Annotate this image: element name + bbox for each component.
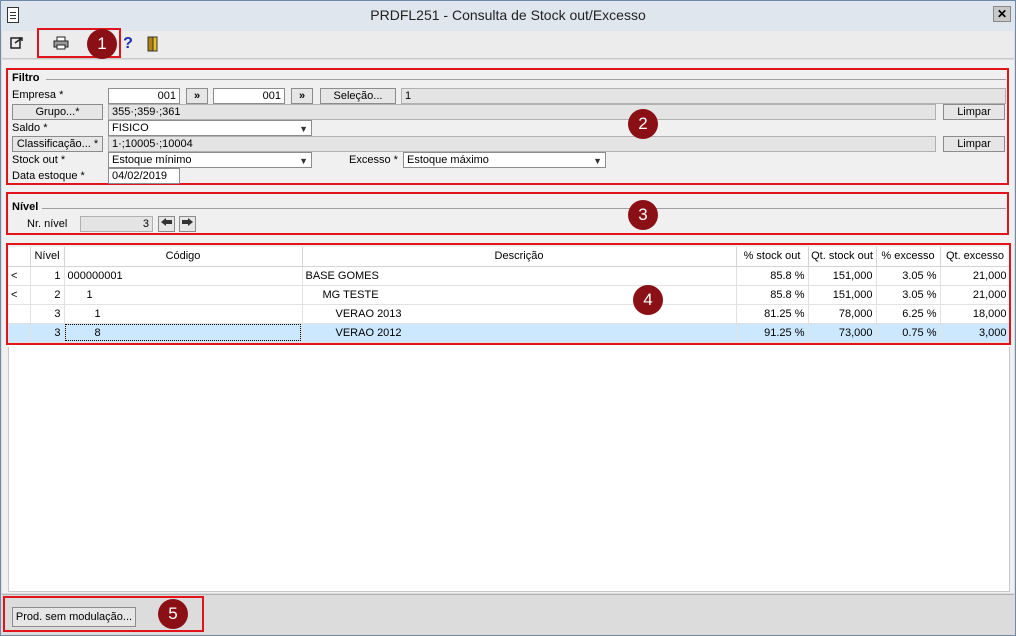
empresa-from-field[interactable]: 001 (108, 88, 180, 104)
data-estoque-field[interactable]: 04/02/2019 (108, 168, 180, 184)
empresa-to-field[interactable]: 001 (213, 88, 285, 104)
annotation-badge-1: 1 (87, 29, 117, 59)
empresa-label: Empresa * (12, 89, 64, 101)
stockout-select[interactable]: Estoque mínimo ▼ (108, 152, 312, 168)
title-bar: PRDFL251 - Consulta de Stock out/Excesso… (1, 1, 1015, 31)
close-button[interactable]: ✕ (993, 6, 1011, 22)
annotation-box-3 (6, 192, 1009, 235)
stockout-label: Stock out * (12, 154, 66, 166)
stockout-value: Estoque mínimo (112, 154, 192, 166)
nivel-title: Nível (12, 201, 39, 213)
limpar-classificacao-button[interactable]: Limpar (943, 136, 1005, 152)
annotation-badge-5: 5 (158, 599, 188, 629)
saldo-select[interactable]: FISICO ▼ (108, 120, 312, 136)
classificacao-button[interactable]: Classificação... * (12, 136, 103, 152)
toolbar: ? 1 (2, 28, 1014, 59)
selecao-button[interactable]: Seleção... (320, 88, 396, 104)
arrow-right-icon (182, 218, 193, 226)
chevron-down-icon: ▼ (299, 124, 308, 134)
excesso-label: Excesso * (349, 154, 398, 166)
grupo-button[interactable]: Grupo...* (12, 104, 103, 120)
limpar-grupo-button[interactable]: Limpar (943, 104, 1005, 120)
nivel-decrease-button[interactable] (158, 216, 175, 232)
app-window: PRDFL251 - Consulta de Stock out/Excesso… (0, 0, 1016, 636)
excesso-value: Estoque máximo (407, 154, 489, 166)
annotation-badge-4: 4 (633, 285, 663, 315)
nivel-increase-button[interactable] (179, 216, 196, 232)
grupo-field: 355·;359·;361 (108, 104, 936, 120)
annotation-badge-2: 2 (628, 109, 658, 139)
filtro-title: Filtro (12, 72, 40, 84)
exit-icon[interactable] (9, 36, 25, 52)
door-icon[interactable] (145, 36, 161, 52)
saldo-value: FISICO (112, 122, 149, 134)
chevron-down-icon: ▼ (593, 156, 602, 166)
annotation-box-4 (6, 243, 1011, 345)
empresa-range-button-2[interactable]: » (291, 88, 313, 104)
data-estoque-label: Data estoque * (12, 170, 85, 182)
window-title: PRDFL251 - Consulta de Stock out/Excesso (370, 7, 646, 23)
nivel-rule (42, 208, 1006, 209)
main-content: Filtro Empresa * 001 » 001 » Seleção... … (2, 60, 1014, 593)
saldo-label: Saldo * (12, 122, 48, 134)
classificacao-field: 1·;10005·;10004 (108, 136, 936, 152)
nr-nivel-label: Nr. nível (27, 218, 68, 230)
excesso-select[interactable]: Estoque máximo ▼ (403, 152, 606, 168)
nr-nivel-field: 3 (80, 216, 153, 232)
selecao-field: 1 (401, 88, 1006, 104)
filtro-rule (46, 79, 1006, 80)
chevron-down-icon: ▼ (299, 156, 308, 166)
annotation-badge-3: 3 (628, 200, 658, 230)
arrow-left-icon (161, 218, 172, 226)
empresa-range-button[interactable]: » (186, 88, 208, 104)
help-icon[interactable]: ? (120, 36, 136, 52)
footer-bar: Prod. sem modulação... 5 (2, 594, 1014, 635)
